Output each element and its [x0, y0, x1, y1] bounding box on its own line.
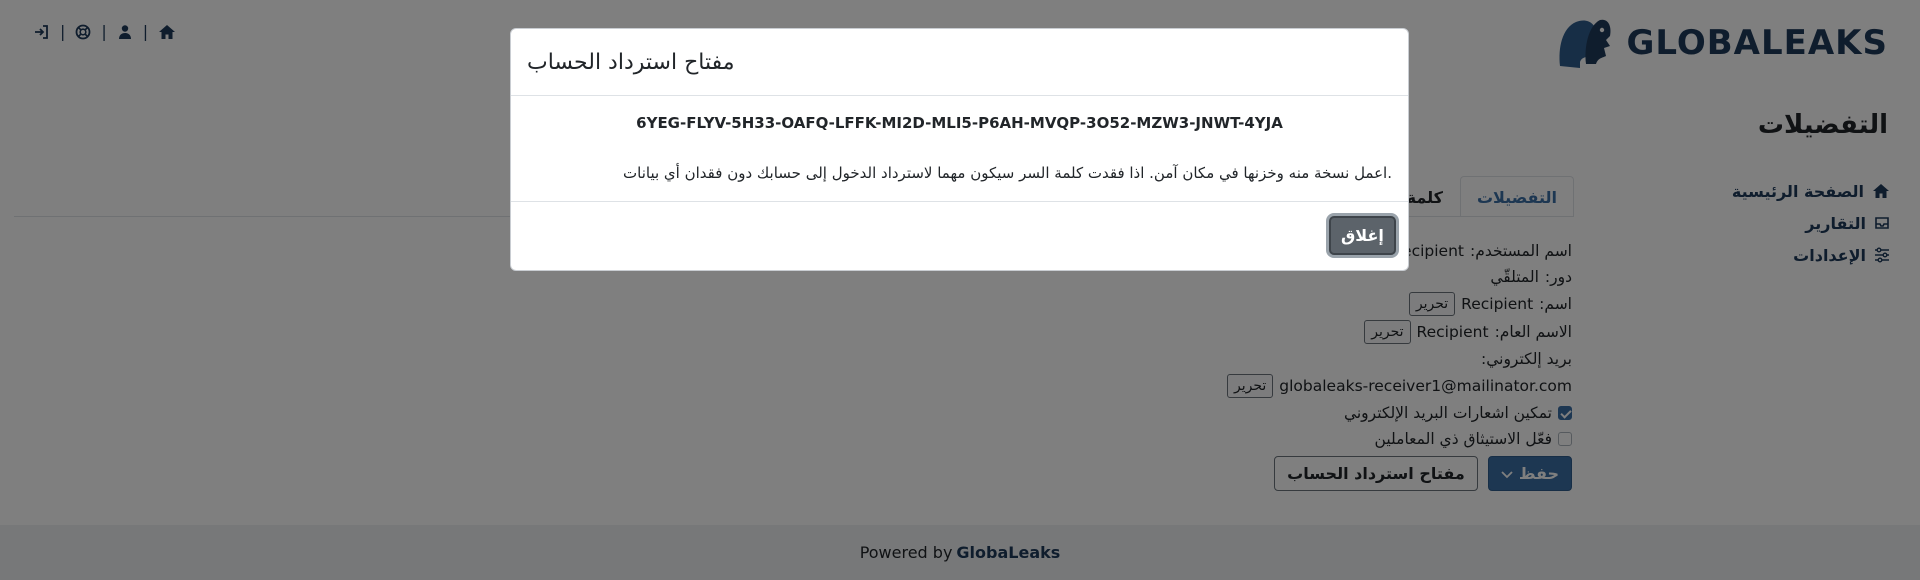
recovery-key-text: 6YEG-FLYV-5H33-OAFQ-LFFK-MI2D-MLI5-P6AH-… — [636, 114, 1283, 132]
close-button[interactable]: إغلاق — [1329, 216, 1396, 255]
recovery-key-note: .اعمل نسخة منه وخزنها في مكان آمن. اذا ف… — [623, 164, 1392, 182]
modal-header: مفتاح استرداد الحساب — [511, 29, 1408, 96]
modal-footer: إغلاق — [511, 202, 1408, 272]
modal-body: 6YEG-FLYV-5H33-OAFQ-LFFK-MI2D-MLI5-P6AH-… — [511, 96, 1408, 202]
recovery-key-modal: مفتاح استرداد الحساب 6YEG-FLYV-5H33-OAFQ… — [510, 28, 1409, 271]
modal-title: مفتاح استرداد الحساب — [527, 49, 735, 75]
